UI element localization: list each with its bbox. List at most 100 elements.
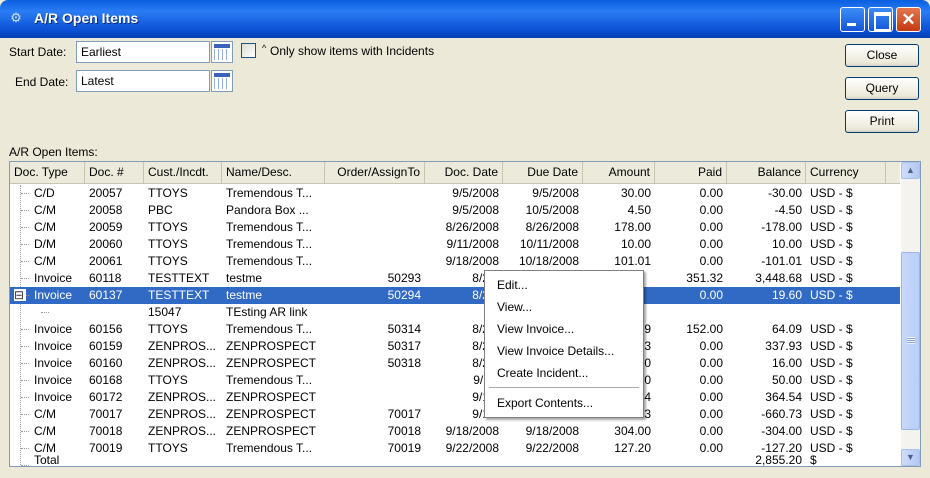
cell-balance: -660.73 <box>761 407 802 421</box>
cell-type: C/D <box>34 186 55 200</box>
table-row[interactable]: Invoice60159ZENPROS...ZENPROSPECT503178/… <box>10 338 900 355</box>
print-button[interactable]: Print <box>845 110 919 133</box>
cell-due: 9/18/2008 <box>525 424 579 438</box>
total-row[interactable]: Total 2,855.20 $ <box>10 453 900 466</box>
cell-cust: ZENPROS... <box>148 407 217 421</box>
table-row[interactable]: C/M 20058 PBC Pandora Box ... 9/5/2008 10/5/2… <box>10 202 900 219</box>
cell-due: 10/11/2008 <box>519 237 579 251</box>
cell-currency: USD - $ <box>810 288 853 302</box>
cell-paid: 0.00 <box>699 254 723 268</box>
cell-type <box>30 304 85 321</box>
cell-due: 9/5/2008 <box>532 186 579 200</box>
title-bar[interactable]: ⚙ A/R Open Items ✕ <box>0 0 930 38</box>
start-date-field[interactable]: Earliest <box>76 41 210 63</box>
maximize-button[interactable] <box>868 7 893 32</box>
column-header-cust[interactable]: Cust./Incdt. <box>144 162 222 183</box>
column-header-currency[interactable]: Currency <box>806 162 886 183</box>
scroll-down-arrow-icon[interactable]: ▼ <box>901 449 920 466</box>
menu-item-edit[interactable]: Edit... <box>485 275 643 296</box>
table-row[interactable]: C/M 70018 ZENPROS... ZENPROSPECT 70018 9/18/2… <box>10 423 900 440</box>
cell-order <box>325 253 425 270</box>
cell-docdate: 9/5/2008 <box>452 203 499 217</box>
incidents-checkbox[interactable] <box>241 43 256 58</box>
close-button[interactable]: Close <box>845 44 919 67</box>
cell-type: C/M <box>34 203 56 217</box>
table-row[interactable]: Invoice60118TESTTEXTtestme502938/20/351.… <box>10 270 900 287</box>
cell-paid: 152.00 <box>686 322 723 336</box>
tree-branch-line <box>21 278 29 279</box>
cell-order <box>325 452 425 466</box>
cell-type: Invoice <box>34 322 73 336</box>
cell-order <box>325 304 425 321</box>
table-row[interactable]: Invoice60160ZENPROS...ZENPROSPECT503188/… <box>10 355 900 372</box>
table-row[interactable]: ⊟Invoice60137TESTTEXTtestme502948/20/0.0… <box>10 287 900 304</box>
minimize-button[interactable] <box>840 7 865 32</box>
table-row[interactable]: Invoice60156TTOYSTremendous T...503148/2… <box>10 321 900 338</box>
column-header-order[interactable]: Order/AssignTo <box>325 162 425 183</box>
menu-item-create-incident[interactable]: Create Incident... <box>485 363 643 384</box>
end-date-field[interactable]: Latest <box>76 70 210 92</box>
cell-doc: 60159 <box>89 339 123 353</box>
cell-name <box>222 452 325 466</box>
tree-branch-line <box>21 244 29 245</box>
cell-order <box>325 202 425 219</box>
cell-cust: TTOYS <box>148 220 188 234</box>
column-header-due[interactable]: Due Date <box>503 162 583 183</box>
child-row[interactable]: 15047 TEsting AR link <box>10 304 900 321</box>
cell-doc: 60118 <box>89 271 122 285</box>
close-icon: ✕ <box>901 10 916 29</box>
cell-cust: PBC <box>148 203 173 217</box>
column-header-type[interactable]: Doc. Type <box>10 162 85 183</box>
cell-doc: 20060 <box>89 237 123 251</box>
menu-item-view-invoice[interactable]: View Invoice... <box>485 319 643 340</box>
cell-name: Tremendous T... <box>226 373 313 387</box>
tree-branch-line <box>21 465 29 466</box>
column-header-docdate[interactable]: Doc. Date <box>425 162 503 183</box>
cell-order <box>325 185 425 202</box>
cell-currency: USD - $ <box>810 322 853 336</box>
query-button[interactable]: Query <box>845 77 919 100</box>
tree-branch-line <box>21 193 29 194</box>
table-row[interactable]: C/M70017ZENPROS...ZENPROSPECT700179/18/3… <box>10 406 900 423</box>
table-row[interactable]: C/D 20057 TTOYS Tremendous T... 9/5/2008 9/5/… <box>10 185 900 202</box>
cell-doc: 20058 <box>89 203 123 217</box>
column-header-name[interactable]: Name/Desc. <box>222 162 325 183</box>
tree-branch-line <box>21 210 29 211</box>
table-row[interactable]: D/M 20060 TTOYS Tremendous T... 9/11/2008 10/… <box>10 236 900 253</box>
cell-paid: 0.00 <box>699 424 723 438</box>
cell-type: Invoice <box>34 356 73 370</box>
cell-paid: 0.00 <box>699 237 723 251</box>
cell-balance <box>727 304 806 321</box>
column-header-doc[interactable]: Doc. # <box>85 162 144 183</box>
cell-docdate <box>425 452 503 466</box>
cell-order: 50317 <box>387 339 421 353</box>
menu-item-view[interactable]: View... <box>485 297 643 318</box>
cell-type: Total <box>34 453 60 467</box>
scroll-thumb[interactable] <box>901 252 920 430</box>
table-row[interactable]: Invoice60172ZENPROS...ZENPROSPECT9/18/40… <box>10 389 900 406</box>
column-header-amount[interactable]: Amount <box>583 162 655 183</box>
collapse-toggle-icon[interactable]: ⊟ <box>14 289 26 301</box>
cell-type: D/M <box>34 237 56 251</box>
cell-cust: TTOYS <box>148 373 188 387</box>
menu-item-view-invoice-details[interactable]: View Invoice Details... <box>485 341 643 362</box>
menu-item-export-contents[interactable]: Export Contents... <box>485 393 643 414</box>
cell-currency: USD - $ <box>810 339 853 353</box>
table-row[interactable]: C/M 20061 TTOYS Tremendous T... 9/18/2008 10/… <box>10 253 900 270</box>
scroll-up-arrow-icon[interactable]: ▲ <box>901 162 920 179</box>
grid-body[interactable]: C/D 20057 TTOYS Tremendous T... 9/5/2008 9/5/… <box>10 185 900 466</box>
table-row[interactable]: C/M 20059 TTOYS Tremendous T... 8/26/2008 8/2… <box>10 219 900 236</box>
vertical-scrollbar[interactable]: ▲ ▼ <box>901 162 920 466</box>
cell-doc: 60172 <box>89 390 123 404</box>
cell-order: 50318 <box>387 356 421 370</box>
ar-open-items-grid[interactable]: Doc. Type Doc. # Cust./Incdt. Name/Desc. Ord… <box>9 161 921 467</box>
end-date-calendar-icon[interactable] <box>211 70 233 92</box>
column-header-balance[interactable]: Balance <box>727 162 806 183</box>
table-row[interactable]: Invoice60168TTOYSTremendous T...9/11/00.… <box>10 372 900 389</box>
context-menu[interactable]: Edit... View... View Invoice... View Invoic… <box>484 270 644 418</box>
column-header-paid[interactable]: Paid <box>655 162 727 183</box>
start-date-calendar-icon[interactable] <box>211 41 233 63</box>
cell-type: Invoice <box>34 339 73 353</box>
cell-currency <box>806 304 886 321</box>
close-window-button[interactable]: ✕ <box>896 7 921 32</box>
